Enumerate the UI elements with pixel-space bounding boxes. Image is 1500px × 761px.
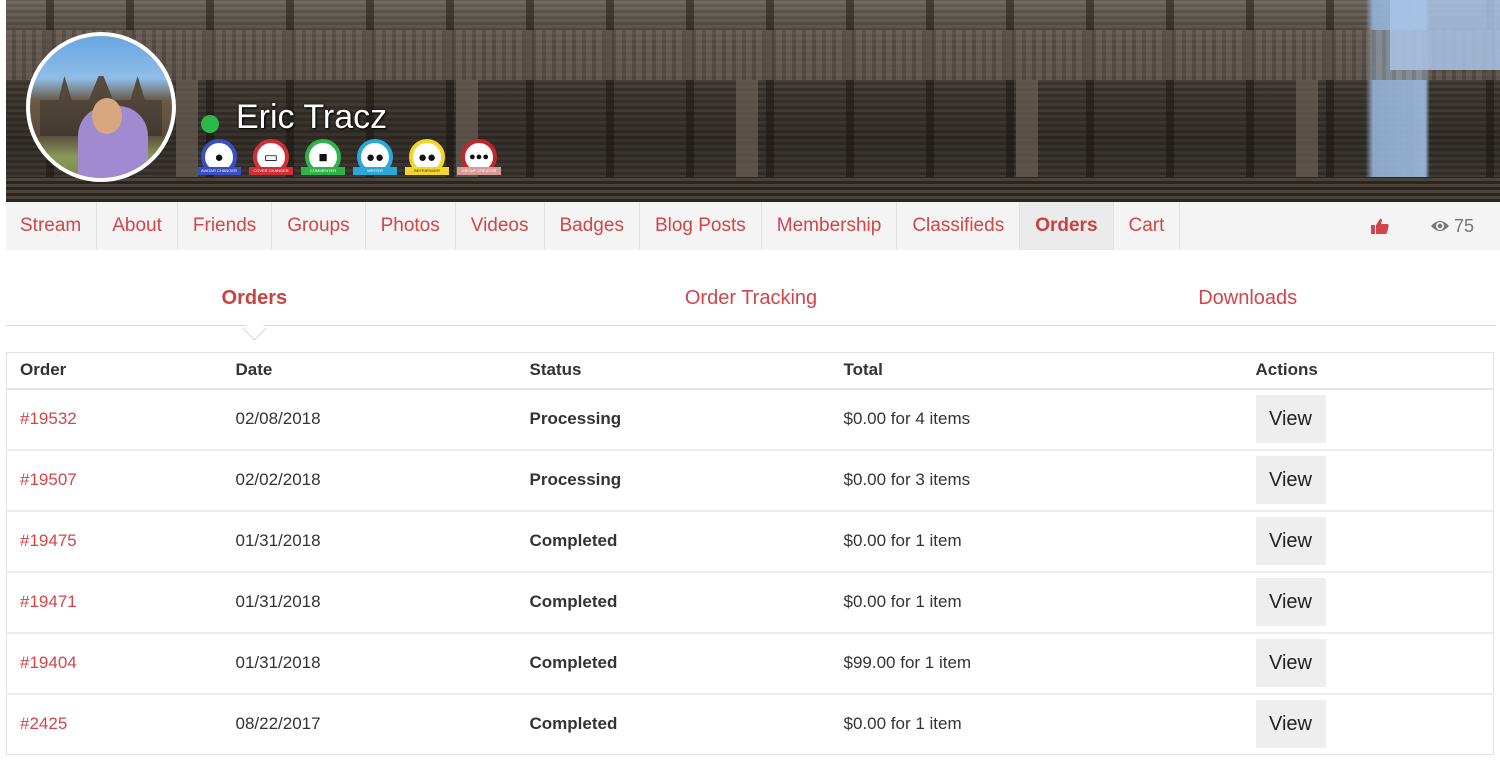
order-date: 02/02/2018	[222, 449, 517, 512]
thumbs-up-icon	[1370, 218, 1389, 234]
badge-group-creator[interactable]: ●●● GROUP CREATOR	[457, 139, 501, 179]
subtab-downloads[interactable]: Downloads	[999, 270, 1496, 325]
badge-befriender[interactable]: ●● BEFRIENDER	[405, 139, 449, 179]
order-status: Processing	[516, 449, 831, 512]
cover-sky	[1390, 0, 1500, 70]
nav-item-stream[interactable]: Stream	[6, 202, 98, 250]
views-counter: 75	[1430, 216, 1474, 237]
order-date: 02/08/2018	[222, 388, 517, 451]
order-total: $0.00 for 1 item	[830, 510, 1243, 573]
order-status: Completed	[516, 632, 831, 695]
view-order-button[interactable]: View	[1255, 700, 1326, 749]
order-total: $0.00 for 4 items	[830, 388, 1243, 451]
badge-avatar-changer[interactable]: ● AVATAR CHANGER	[197, 139, 241, 179]
avatar-head	[92, 98, 122, 134]
cover-frieze	[6, 30, 1500, 80]
column-header-actions: Actions	[1242, 352, 1494, 390]
order-number-link[interactable]: #19475	[20, 531, 77, 550]
cover-steps	[6, 177, 1500, 202]
badge-label: AVATAR CHANGER	[197, 167, 241, 175]
nav-item-about[interactable]: About	[97, 202, 178, 250]
badge-label: COVER CHANGER	[249, 167, 293, 175]
nav-item-classifieds[interactable]: Classifieds	[897, 202, 1021, 250]
badge-list: ● AVATAR CHANGER ▭ COVER CHANGER ■ COMME…	[197, 139, 501, 179]
nav-item-membership[interactable]: Membership	[762, 202, 898, 250]
badge-label: WRITER	[353, 167, 397, 175]
profile-name: Eric Tracz	[236, 98, 388, 136]
badge-commenter[interactable]: ■ COMMENTER	[301, 139, 345, 179]
badge-label: COMMENTER	[301, 167, 345, 175]
table-row: #19507 02/02/2018 Processing $0.00 for 3…	[6, 449, 1494, 512]
badge-label: BEFRIENDER	[405, 167, 449, 175]
column-header-date: Date	[222, 352, 517, 390]
order-total: $0.00 for 1 item	[843, 714, 962, 734]
table-row: #19475 01/31/2018 Completed $0.00 for 1 …	[6, 510, 1494, 573]
nav-item-orders[interactable]: Orders	[1020, 202, 1114, 250]
table-row: #2425 08/22/2017 Completed $0.00 for 1 i…	[7, 694, 1494, 755]
view-order-button[interactable]: View	[1255, 517, 1326, 565]
order-total: $0.00 for 1 item	[830, 571, 1243, 634]
order-status: Completed	[529, 714, 618, 734]
orders-table: Order Date Status Total Actions #19532 0…	[6, 352, 1494, 755]
profile-nav: Stream About Friends Groups Photos Video…	[6, 202, 1500, 250]
eye-icon	[1430, 221, 1449, 231]
nav-item-blog-posts[interactable]: Blog Posts	[640, 202, 762, 250]
nav-item-friends[interactable]: Friends	[178, 202, 273, 250]
badge-cover-changer[interactable]: ▭ COVER CHANGER	[249, 139, 293, 179]
view-order-button[interactable]: View	[1255, 456, 1326, 504]
view-order-button[interactable]: View	[1255, 639, 1326, 687]
views-count: 75	[1453, 215, 1474, 236]
order-date: 01/31/2018	[222, 571, 517, 634]
order-status: Completed	[516, 510, 831, 573]
order-status: Processing	[516, 388, 831, 451]
subtab-orders[interactable]: Orders	[6, 270, 503, 325]
nav-item-cart[interactable]: Cart	[1114, 202, 1181, 250]
order-number-link[interactable]: #19471	[20, 592, 77, 611]
order-status: Completed	[516, 571, 831, 634]
badge-writer[interactable]: ●● WRITER	[353, 139, 397, 179]
table-row: #19532 02/08/2018 Processing $0.00 for 4…	[6, 388, 1494, 451]
nav-item-photos[interactable]: Photos	[366, 202, 456, 250]
column-header-total: Total	[830, 352, 1243, 390]
order-number-link[interactable]: #19507	[20, 470, 77, 489]
view-order-button[interactable]: View	[1255, 395, 1326, 443]
like-button[interactable]	[1360, 218, 1400, 234]
table-header-row: Order Date Status Total Actions	[6, 352, 1494, 390]
avatar[interactable]	[26, 32, 176, 182]
order-date: 08/22/2017	[235, 714, 321, 734]
column-header-order: Order	[6, 352, 223, 390]
view-order-button[interactable]: View	[1255, 578, 1326, 626]
online-status-indicator	[201, 115, 219, 133]
orders-subtabs: Orders Order Tracking Downloads	[6, 270, 1496, 326]
subtab-order-tracking[interactable]: Order Tracking	[503, 270, 1000, 325]
order-number-link[interactable]: #19404	[20, 653, 77, 672]
order-date: 01/31/2018	[222, 510, 517, 573]
table-row: #19471 01/31/2018 Completed $0.00 for 1 …	[6, 571, 1494, 634]
badge-label: GROUP CREATOR	[457, 167, 501, 175]
nav-item-videos[interactable]: Videos	[456, 202, 545, 250]
nav-item-badges[interactable]: Badges	[545, 202, 640, 250]
column-header-status: Status	[516, 352, 831, 390]
order-date: 01/31/2018	[222, 632, 517, 695]
nav-item-groups[interactable]: Groups	[272, 202, 366, 250]
nav-right: 75	[1360, 202, 1500, 250]
order-number-link[interactable]: #19532	[20, 409, 77, 428]
order-total: $0.00 for 3 items	[830, 449, 1243, 512]
table-row: #19404 01/31/2018 Completed $99.00 for 1…	[6, 632, 1494, 695]
order-total: $99.00 for 1 item	[830, 632, 1243, 695]
order-number-link[interactable]: #2425	[20, 714, 67, 733]
